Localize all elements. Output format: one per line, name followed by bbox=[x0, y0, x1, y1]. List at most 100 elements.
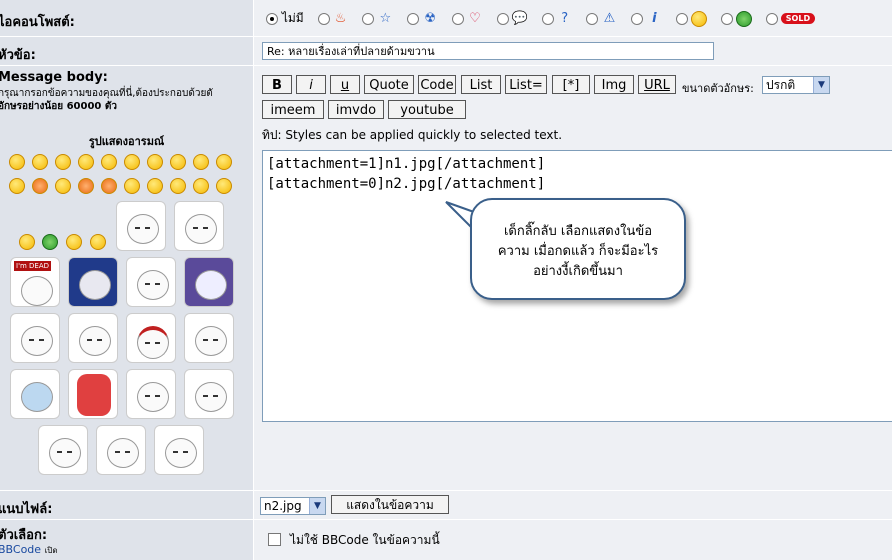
surprised-icon[interactable] bbox=[101, 154, 117, 170]
rolleyes-icon[interactable] bbox=[124, 178, 140, 194]
small-smile-3-icon[interactable] bbox=[66, 234, 82, 250]
lightbulb-icon bbox=[691, 10, 708, 27]
tip-text: ทิป: Styles can be applied quickly to se… bbox=[262, 128, 563, 142]
sticker-angry[interactable] bbox=[184, 313, 234, 363]
sticker-gloom[interactable] bbox=[184, 257, 234, 307]
subject-row: หัวข้อ: Re: หลายเรื่องเล่าที่ปลายด้ามขวา… bbox=[0, 37, 892, 66]
smilies-grid bbox=[9, 154, 239, 194]
code-button[interactable]: Code bbox=[418, 75, 456, 94]
radio-no-icon[interactable] bbox=[266, 12, 278, 25]
imvdo-button[interactable]: imvdo bbox=[328, 100, 384, 119]
sticker-laugh-cry[interactable] bbox=[10, 313, 60, 363]
radio-star[interactable] bbox=[362, 12, 375, 25]
list-button[interactable]: List bbox=[461, 75, 501, 94]
radio-heart[interactable] bbox=[452, 12, 464, 25]
show-in-message-button[interactable]: แสดงในข้อความ bbox=[331, 495, 449, 514]
url-button[interactable]: URL bbox=[638, 75, 676, 94]
attachment-label: แนบไฟล์: bbox=[0, 502, 53, 517]
attachment-cell: n2.jpg ▼ แสดงในข้อความ bbox=[254, 491, 892, 519]
radio-speech[interactable] bbox=[496, 12, 509, 25]
message-hint: กรุณากรอกข้อความของคุณที่นี่,ต้องประกอบด… bbox=[0, 87, 213, 113]
list-item-button[interactable]: [*] bbox=[552, 75, 590, 94]
sticker-ninja[interactable] bbox=[126, 313, 176, 363]
radio-sold[interactable] bbox=[765, 12, 778, 25]
exclaim-icon[interactable] bbox=[147, 178, 163, 194]
small-smile-2-icon[interactable] bbox=[42, 234, 58, 250]
radio-warning[interactable] bbox=[586, 12, 599, 25]
underline-button[interactable]: u bbox=[330, 75, 360, 94]
warning-icon: ⚠ bbox=[603, 10, 616, 26]
sticker-dead[interactable]: I'm DEAD bbox=[10, 257, 60, 307]
subject-label: หัวข้อ: bbox=[0, 48, 36, 63]
small-smile-1-icon[interactable] bbox=[19, 234, 35, 250]
italic-button[interactable]: i bbox=[296, 75, 326, 94]
smilies-title: รูปแสดงอารมณ์ bbox=[88, 135, 165, 148]
confused-icon[interactable] bbox=[124, 154, 140, 170]
arrow-icon[interactable] bbox=[216, 178, 232, 194]
youtube-button[interactable]: youtube bbox=[388, 100, 466, 119]
bbcode-status: เปิด bbox=[44, 546, 58, 555]
sticker-rain[interactable] bbox=[10, 369, 60, 419]
imeem-button[interactable]: imeem bbox=[262, 100, 324, 119]
font-size-value: ปรกติ bbox=[766, 78, 796, 92]
small-smile-4-icon[interactable] bbox=[90, 234, 106, 250]
neutral-icon[interactable] bbox=[55, 178, 71, 194]
bold-button[interactable]: B bbox=[262, 75, 292, 94]
radio-grin[interactable] bbox=[720, 12, 733, 25]
radio-radioactive[interactable] bbox=[407, 12, 420, 25]
tongue-icon[interactable] bbox=[216, 154, 232, 170]
message-body-row: Message body: กรุณากรอกข้อความของคุณที่น… bbox=[0, 66, 892, 491]
message-hint-line2: อักษรอย่างน้อย 60000 ตัว bbox=[0, 101, 117, 112]
bbcode-link[interactable]: BBCode bbox=[0, 543, 41, 556]
sticker-sigh[interactable] bbox=[184, 369, 234, 419]
devil-icon[interactable] bbox=[101, 178, 117, 194]
smile-icon[interactable] bbox=[9, 154, 25, 170]
sticker-meditate[interactable] bbox=[154, 425, 204, 475]
options-label: ตัวเลือก: bbox=[0, 528, 48, 543]
question-smile-icon[interactable] bbox=[170, 178, 186, 194]
subject-label-cell: หัวข้อ: bbox=[0, 37, 254, 65]
idea-icon[interactable] bbox=[193, 178, 209, 194]
sticker-wave[interactable] bbox=[96, 425, 146, 475]
sad-icon[interactable] bbox=[9, 178, 25, 194]
radio-info[interactable] bbox=[631, 12, 644, 25]
sticker-blue[interactable] bbox=[68, 257, 118, 307]
message-line-2: [attachment=0]n2.jpg[/attachment] bbox=[267, 176, 546, 192]
sticker-lucky[interactable] bbox=[68, 369, 118, 419]
shocked-icon[interactable] bbox=[147, 154, 163, 170]
font-size-select[interactable]: ปรกติ ▼ bbox=[762, 76, 830, 94]
angry-face-icon[interactable] bbox=[32, 178, 48, 194]
list-ordered-button[interactable]: List= bbox=[505, 75, 547, 94]
sticker-love[interactable] bbox=[116, 201, 166, 251]
mad-icon[interactable] bbox=[78, 178, 94, 194]
cool-icon[interactable] bbox=[170, 154, 186, 170]
wink-icon[interactable] bbox=[55, 154, 71, 170]
subject-input[interactable]: Re: หลายเรื่องเล่าที่ปลายด้ามขวาน bbox=[262, 42, 714, 60]
sticker-grin-big[interactable] bbox=[38, 425, 88, 475]
sticker-cry[interactable] bbox=[174, 201, 224, 251]
radioactive-icon: ☢ bbox=[424, 10, 436, 26]
message-hint-line1: กรุณากรอกข้อความของคุณที่นี่,ต้องประกอบด… bbox=[0, 88, 213, 99]
sticker-blush[interactable] bbox=[126, 369, 176, 419]
attachment-value: n2.jpg bbox=[264, 499, 302, 513]
fire-icon: ♨ bbox=[334, 10, 347, 26]
radio-question[interactable] bbox=[541, 12, 554, 25]
options-label-cell: ตัวเลือก: BBCode เปิด bbox=[0, 520, 254, 560]
sticker-sing[interactable] bbox=[126, 257, 176, 307]
attachment-select[interactable]: n2.jpg ▼ bbox=[260, 497, 326, 515]
radio-fire[interactable] bbox=[317, 12, 330, 25]
question-icon: ? bbox=[561, 10, 569, 26]
speech-bubble-icon: 💬 bbox=[511, 10, 529, 26]
radio-lightbulb[interactable] bbox=[676, 12, 689, 25]
grin-face-icon[interactable] bbox=[78, 154, 94, 170]
quote-button[interactable]: Quote bbox=[364, 75, 414, 94]
disable-bbcode-checkbox[interactable] bbox=[268, 533, 281, 546]
callout-annotation: เด็กลิ๊กลับ เลือกแสดงในข้อ ความ เมื่อกดแ… bbox=[470, 198, 686, 300]
laugh-icon[interactable] bbox=[193, 154, 209, 170]
heart-icon: ♡ bbox=[469, 10, 481, 26]
chevron-down-icon: ▼ bbox=[309, 498, 325, 514]
happy-icon[interactable] bbox=[32, 154, 48, 170]
post-icon-row: ไอคอนโพสต์: ไม่มี ♨ ☆ ☢ ♡ 💬 ? ⚠ i SOLD bbox=[0, 0, 892, 37]
sticker-shout[interactable] bbox=[68, 313, 118, 363]
img-button[interactable]: Img bbox=[594, 75, 634, 94]
